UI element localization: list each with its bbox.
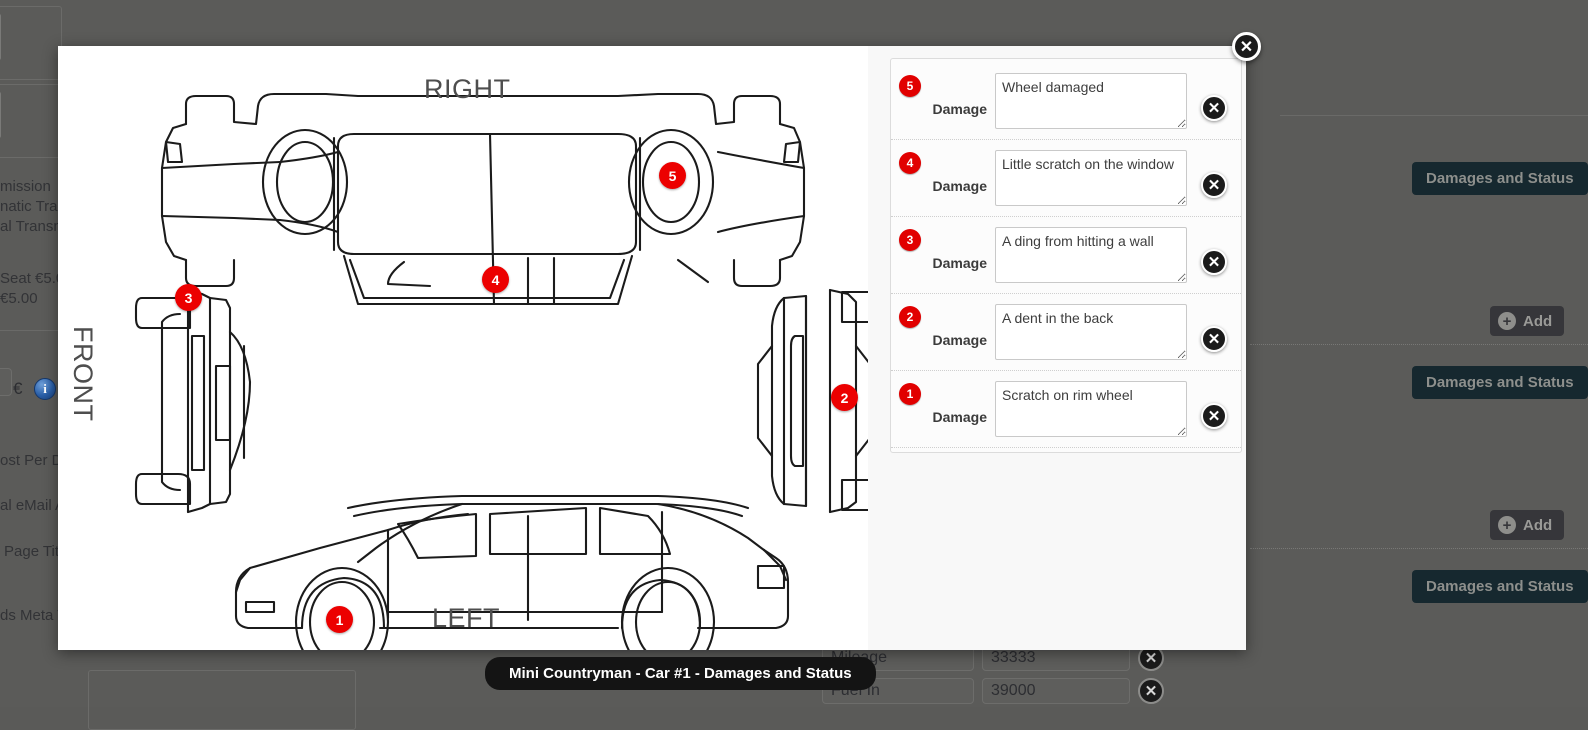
damage-row-badge: 3: [899, 229, 921, 251]
damage-row-badge: 4: [899, 152, 921, 174]
bg-rule: [1280, 115, 1588, 116]
bg-box: [0, 84, 62, 158]
damages-and-status-modal: RIGHT LEFT FRONT REAR 1 2 3 4 5 5 Damage…: [58, 46, 1246, 650]
damage-text-input-2[interactable]: [995, 304, 1187, 360]
info-icon[interactable]: i: [34, 378, 56, 400]
damage-row-label: Damage: [921, 227, 995, 271]
delete-damage-icon-1[interactable]: ✕: [1201, 403, 1227, 429]
damage-row: 1 Damage ✕: [891, 371, 1241, 448]
add-button-label: Add: [1523, 517, 1552, 534]
damage-row-label: Damage: [921, 150, 995, 194]
damage-row: 3 Damage ✕: [891, 217, 1241, 294]
bg-panel-frame: [88, 670, 356, 730]
damage-marker-1[interactable]: 1: [326, 606, 353, 633]
bg-box: [0, 6, 62, 80]
add-button-label: Add: [1523, 313, 1552, 330]
damage-text-input-5[interactable]: [995, 73, 1187, 129]
damage-row-badge: 1: [899, 383, 921, 405]
bg-chip-1: nce: [0, 14, 1, 60]
damages-and-status-button-1[interactable]: Damages and Status: [1412, 162, 1588, 195]
damage-text-input-1[interactable]: [995, 381, 1187, 437]
damage-row: 2 Damage ✕: [891, 294, 1241, 371]
add-button-2[interactable]: + Add: [1490, 510, 1564, 540]
bg-label-price: €5.00: [0, 290, 38, 307]
delete-damage-icon-4[interactable]: ✕: [1201, 172, 1227, 198]
bg-chip-2: nce: [0, 92, 1, 138]
damages-and-status-button-2[interactable]: Damages and Status: [1412, 366, 1588, 399]
damage-row: 5 Damage ✕: [891, 63, 1241, 140]
bg-dotted-divider: [1250, 344, 1588, 345]
bg-label-email: al eMail A: [0, 497, 65, 514]
car-diagram-canvas[interactable]: RIGHT LEFT FRONT REAR 1 2 3 4 5: [58, 46, 868, 650]
bg-delete-fuel-in-icon[interactable]: ✕: [1138, 678, 1164, 704]
close-icon[interactable]: ✕: [1232, 32, 1261, 61]
damage-row: 4 Damage ✕: [891, 140, 1241, 217]
bg-price-input[interactable]: [0, 368, 12, 396]
damage-row-badge: 5: [899, 75, 921, 97]
view-label-right: RIGHT: [424, 74, 511, 105]
view-label-left: LEFT: [432, 603, 500, 634]
damage-row-label: Damage: [921, 73, 995, 117]
damage-marker-5[interactable]: 5: [659, 162, 686, 189]
damage-row-label: Damage: [921, 381, 995, 425]
damage-marker-2[interactable]: 2: [831, 384, 858, 411]
damage-list: 5 Damage ✕ 4 Damage ✕ 3 Damage ✕ 2 Damag…: [890, 58, 1242, 453]
damage-text-input-3[interactable]: [995, 227, 1187, 283]
delete-damage-icon-3[interactable]: ✕: [1201, 249, 1227, 275]
add-button-1[interactable]: + Add: [1490, 306, 1564, 336]
plus-icon: +: [1498, 516, 1516, 534]
car-outline-illustration: [58, 46, 868, 650]
view-label-front: FRONT: [67, 326, 98, 421]
plus-icon: +: [1498, 312, 1516, 330]
damage-text-input-4[interactable]: [995, 150, 1187, 206]
delete-damage-icon-2[interactable]: ✕: [1201, 326, 1227, 352]
damage-list-pane: 5 Damage ✕ 4 Damage ✕ 3 Damage ✕ 2 Damag…: [868, 46, 1246, 650]
damages-and-status-button-3[interactable]: Damages and Status: [1412, 570, 1588, 603]
damage-row-badge: 2: [899, 306, 921, 328]
modal-title-tooltip: Mini Countryman - Car #1 - Damages and S…: [485, 657, 876, 690]
bg-dotted-divider: [1250, 548, 1588, 549]
bg-divider: [0, 330, 60, 331]
euro-symbol: €: [13, 379, 22, 399]
damage-marker-4[interactable]: 4: [482, 266, 509, 293]
bg-field-fuel-in-value[interactable]: 39000: [982, 678, 1130, 704]
bg-label-transmission: mission: [0, 178, 51, 195]
delete-damage-icon-5[interactable]: ✕: [1201, 95, 1227, 121]
damage-marker-3[interactable]: 3: [175, 284, 202, 311]
damage-row-label: Damage: [921, 304, 995, 348]
